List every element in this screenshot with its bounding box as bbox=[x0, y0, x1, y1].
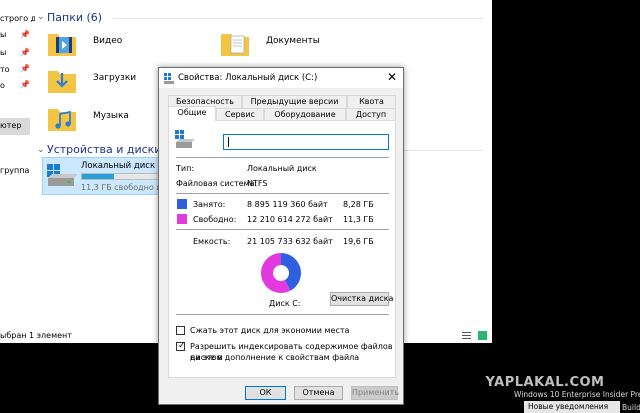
folder-video[interactable]: Видео bbox=[47, 28, 187, 66]
pin-icon: 📌 bbox=[20, 30, 30, 39]
separator bbox=[176, 157, 389, 158]
site-watermark: YAPLAKAL.COM bbox=[485, 375, 605, 390]
used-gb: 8,28 ГБ bbox=[343, 200, 374, 209]
compress-checkbox[interactable] bbox=[176, 326, 185, 335]
folder-label: Музыка bbox=[93, 111, 129, 121]
disk-cleanup-button[interactable]: Очистка диска bbox=[330, 292, 393, 306]
nav-item-homegroup[interactable]: группа bbox=[0, 166, 29, 179]
type-label: Тип: bbox=[176, 164, 195, 173]
tab-quota[interactable]: Квота bbox=[347, 95, 396, 108]
disk-usage-donut bbox=[261, 253, 301, 293]
free-color-swatch bbox=[177, 214, 187, 224]
apply-button[interactable]: Применить bbox=[351, 386, 399, 400]
nav-item-5[interactable]: о bbox=[0, 81, 5, 94]
folders-group-header[interactable]: Папки (6) bbox=[47, 11, 102, 24]
separator bbox=[176, 193, 389, 194]
dialog-title: Свойства: Локальный диск (C:) bbox=[178, 73, 318, 83]
cancel-button[interactable]: Отмена bbox=[294, 386, 343, 400]
index-checkbox[interactable]: ✓ bbox=[176, 341, 186, 351]
status-text: ыбран 1 элемент bbox=[0, 331, 72, 340]
folder-label: Видео bbox=[93, 36, 123, 46]
type-value: Локальный диск bbox=[247, 164, 317, 173]
nav-item-3[interactable]: ы bbox=[0, 48, 6, 61]
folder-label: Документы bbox=[266, 36, 320, 46]
folder-label: Загрузки bbox=[93, 73, 137, 83]
hard-drive-icon bbox=[47, 164, 77, 186]
drive-usage-bar bbox=[81, 173, 159, 180]
tab-previous-versions[interactable]: Предыдущие версии bbox=[242, 95, 347, 108]
group-divider bbox=[113, 18, 483, 19]
separator bbox=[176, 229, 389, 230]
downloads-folder-icon bbox=[48, 71, 76, 93]
documents-folder-icon bbox=[221, 34, 249, 56]
free-bytes: 12 210 614 272 байт bbox=[247, 215, 333, 224]
capacity-label: Емкость: bbox=[193, 237, 231, 246]
chevron-down-icon[interactable]: ⌄ bbox=[37, 12, 45, 22]
music-folder-icon bbox=[48, 109, 76, 131]
index-label-line2: диске в дополнение к свойствам файла bbox=[190, 353, 360, 362]
compress-label: Сжать этот диск для экономии места bbox=[190, 326, 350, 335]
drive-usage-fill bbox=[82, 174, 114, 179]
drive-icon bbox=[164, 73, 174, 84]
drive-c-tile[interactable]: Локальный диск (C:) 11,3 ГБ свободно из bbox=[42, 157, 173, 195]
free-gb: 11,3 ГБ bbox=[343, 215, 374, 224]
used-color-swatch bbox=[177, 199, 187, 209]
details-view-icon[interactable] bbox=[462, 331, 471, 340]
volume-name-input[interactable] bbox=[223, 134, 389, 150]
separator bbox=[176, 314, 389, 315]
pin-icon: 📌 bbox=[20, 64, 30, 73]
hard-drive-icon bbox=[175, 130, 195, 148]
pin-icon: 📌 bbox=[20, 80, 30, 89]
nav-item-this-pc[interactable]: ютер bbox=[0, 118, 30, 135]
tab-general[interactable]: Общие bbox=[168, 106, 216, 121]
nav-item-4[interactable]: то bbox=[0, 65, 10, 78]
pin-icon: 📌 bbox=[20, 48, 30, 57]
nav-item-1[interactable]: строго дс bbox=[0, 14, 35, 27]
tiles-view-icon[interactable] bbox=[478, 331, 487, 340]
disk-usage-chart bbox=[259, 251, 303, 295]
navigation-pane: строго дс ы 📌 ы 📌 то 📌 о 📌 ютер группа bbox=[0, 0, 35, 330]
folder-documents[interactable]: Документы bbox=[220, 28, 360, 66]
video-folder-icon bbox=[48, 34, 76, 56]
drive-free-text: 11,3 ГБ свободно из bbox=[81, 183, 166, 192]
chevron-down-icon[interactable]: ⌄ bbox=[37, 145, 45, 155]
text-caret bbox=[228, 137, 229, 147]
checkmark-icon: ✓ bbox=[178, 341, 186, 351]
disk-name-label: Диск C: bbox=[269, 299, 301, 308]
ok-button[interactable]: ОК bbox=[245, 386, 286, 400]
notification-toast[interactable]: Новые уведомления bbox=[524, 401, 620, 413]
close-icon[interactable]: ✕ bbox=[385, 70, 399, 84]
dialog-titlebar[interactable]: Свойства: Локальный диск (C:) ✕ bbox=[159, 68, 403, 88]
nav-item-2[interactable]: ы bbox=[0, 30, 6, 43]
capacity-bytes: 21 105 733 632 байт bbox=[247, 237, 333, 246]
used-bytes: 8 895 119 360 байт bbox=[247, 200, 328, 209]
used-label: Занято: bbox=[193, 200, 226, 209]
properties-dialog: Свойства: Локальный диск (C:) ✕ Безопасн… bbox=[158, 67, 404, 405]
filesystem-label: Файловая система: bbox=[176, 179, 258, 188]
build-number: Build 10 bbox=[622, 403, 640, 412]
filesystem-value: NTFS bbox=[247, 179, 268, 188]
build-watermark: Windows 10 Enterprise Insider Previ bbox=[514, 390, 640, 399]
capacity-gb: 19,6 ГБ bbox=[343, 237, 374, 246]
free-label: Свободно: bbox=[193, 215, 237, 224]
general-tab-panel: Тип: Локальный диск Файловая система: NT… bbox=[168, 120, 396, 378]
